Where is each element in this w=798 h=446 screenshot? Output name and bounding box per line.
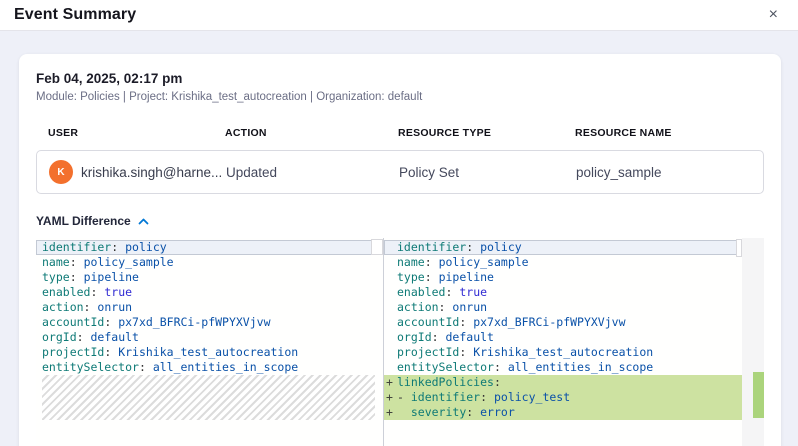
resource-name-value: policy_sample bbox=[576, 165, 763, 180]
yaml-line: entitySelector: all_entities_in_scope bbox=[36, 360, 383, 375]
chevron-up-icon bbox=[138, 218, 149, 225]
yaml-line: orgId: default bbox=[384, 330, 742, 345]
yaml-difference-toggle[interactable]: YAML Difference bbox=[36, 214, 149, 228]
yaml-line: projectId: Krishika_test_autocreation bbox=[384, 345, 742, 360]
yaml-line: accountId: px7xd_BFRCi-pfWPYXVjvw bbox=[384, 315, 742, 330]
modal-header: Event Summary × bbox=[0, 0, 798, 31]
user-email: krishika.singh@harne... bbox=[81, 165, 222, 180]
yaml-line: orgId: default bbox=[36, 330, 383, 345]
column-header-action: ACTION bbox=[225, 127, 398, 139]
yaml-difference-label: YAML Difference bbox=[36, 214, 131, 228]
yaml-line: type: pipeline bbox=[36, 270, 383, 285]
diff-added-marker bbox=[753, 372, 764, 418]
yaml-line: +- identifier: policy_test bbox=[384, 390, 742, 405]
event-meta: Module: Policies | Project: Krishika_tes… bbox=[36, 91, 764, 103]
yaml-line: projectId: Krishika_test_autocreation bbox=[36, 345, 383, 360]
table-header: USER ACTION RESOURCE TYPE RESOURCE NAME bbox=[36, 127, 764, 139]
yaml-line: action: onrun bbox=[384, 300, 742, 315]
yaml-line: identifier: policy bbox=[384, 240, 742, 255]
yaml-line: identifier: policy bbox=[36, 240, 383, 255]
yaml-line: + severity: error bbox=[384, 405, 742, 420]
resource-type-value: Policy Set bbox=[399, 165, 576, 180]
event-card: Feb 04, 2025, 02:17 pm Module: Policies … bbox=[19, 54, 781, 446]
column-header-user: USER bbox=[48, 127, 225, 139]
yaml-line: +linkedPolicies: bbox=[384, 375, 742, 390]
modal-body: Feb 04, 2025, 02:17 pm Module: Policies … bbox=[0, 31, 798, 446]
user-cell: K krishika.singh@harne... bbox=[49, 160, 226, 184]
overview-ruler[interactable] bbox=[742, 238, 764, 446]
yaml-line: enabled: true bbox=[36, 285, 383, 300]
close-icon[interactable]: × bbox=[765, 5, 782, 25]
column-header-resource-name: RESOURCE NAME bbox=[575, 127, 764, 139]
column-header-resource-type: RESOURCE TYPE bbox=[398, 127, 575, 139]
event-timestamp: Feb 04, 2025, 02:17 pm bbox=[36, 71, 764, 86]
scrollbar-slider[interactable] bbox=[371, 239, 383, 255]
action-value: Updated bbox=[226, 165, 399, 180]
diff-pane-original[interactable]: identifier: policyname: policy_sampletyp… bbox=[36, 238, 383, 446]
avatar: K bbox=[49, 160, 73, 184]
yaml-line: action: onrun bbox=[36, 300, 383, 315]
yaml-line: name: policy_sample bbox=[36, 255, 383, 270]
yaml-line: entitySelector: all_entities_in_scope bbox=[384, 360, 742, 375]
yaml-line: type: pipeline bbox=[384, 270, 742, 285]
scrollbar-slider[interactable] bbox=[736, 239, 742, 257]
diff-empty-region bbox=[42, 375, 375, 420]
table-row: K krishika.singh@harne... Updated Policy… bbox=[36, 150, 764, 194]
yaml-line: name: policy_sample bbox=[384, 255, 742, 270]
diff-pane-modified[interactable]: identifier: policyname: policy_sampletyp… bbox=[384, 238, 764, 446]
yaml-line: enabled: true bbox=[384, 285, 742, 300]
modal-title: Event Summary bbox=[14, 6, 136, 24]
yaml-diff-editor: identifier: policyname: policy_sampletyp… bbox=[36, 238, 764, 446]
yaml-line: accountId: px7xd_BFRCi-pfWPYXVjvw bbox=[36, 315, 383, 330]
